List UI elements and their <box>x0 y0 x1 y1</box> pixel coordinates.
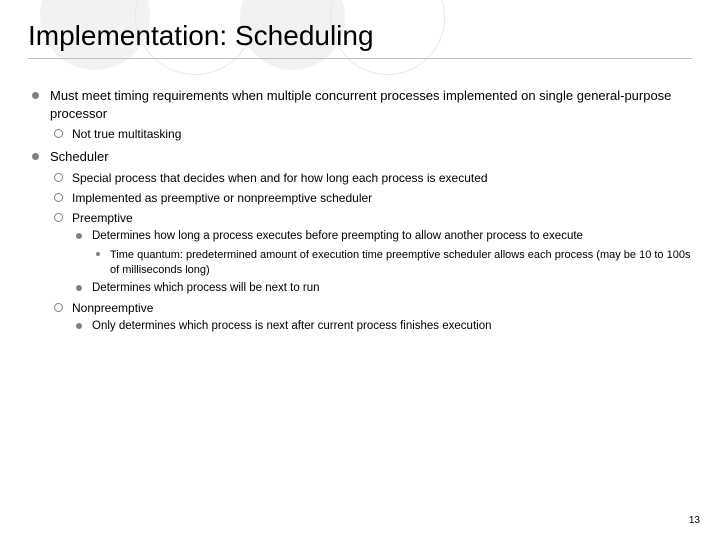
bullet-text: Preemptive <box>72 210 692 226</box>
list-item: Special process that decides when and fo… <box>50 170 692 186</box>
bullet-text: Only determines which process is next af… <box>92 319 692 335</box>
list-item: Not true multitasking <box>50 126 692 142</box>
bullet-text: Determines how long a process executes b… <box>92 229 692 245</box>
bullet-list: Must meet timing requirements when multi… <box>28 87 692 335</box>
list-item: Determines which process will be next to… <box>72 281 692 297</box>
list-item: Nonpreemptive Only determines which proc… <box>50 300 692 335</box>
slide-content: Implementation: Scheduling Must meet tim… <box>0 0 720 335</box>
list-item: Preemptive Determines how long a process… <box>50 210 692 296</box>
bullet-text: Must meet timing requirements when multi… <box>50 87 692 122</box>
bullet-text: Scheduler <box>50 148 692 166</box>
title-rule <box>28 58 692 59</box>
bullet-text: Time quantum: predetermined amount of ex… <box>110 248 692 278</box>
slide-title: Implementation: Scheduling <box>28 20 692 52</box>
page-number: 13 <box>689 515 700 526</box>
list-item: Must meet timing requirements when multi… <box>28 87 692 142</box>
list-item: Implemented as preemptive or nonpreempti… <box>50 190 692 206</box>
bullet-text: Implemented as preemptive or nonpreempti… <box>72 190 692 206</box>
list-item: Scheduler Special process that decides w… <box>28 148 692 335</box>
bullet-text: Nonpreemptive <box>72 300 692 316</box>
bullet-text: Determines which process will be next to… <box>92 281 692 297</box>
list-item: Only determines which process is next af… <box>72 319 692 335</box>
list-item: Determines how long a process executes b… <box>72 229 692 277</box>
bullet-text: Special process that decides when and fo… <box>72 170 692 186</box>
bullet-text: Not true multitasking <box>72 126 692 142</box>
list-item: Time quantum: predetermined amount of ex… <box>92 248 692 278</box>
